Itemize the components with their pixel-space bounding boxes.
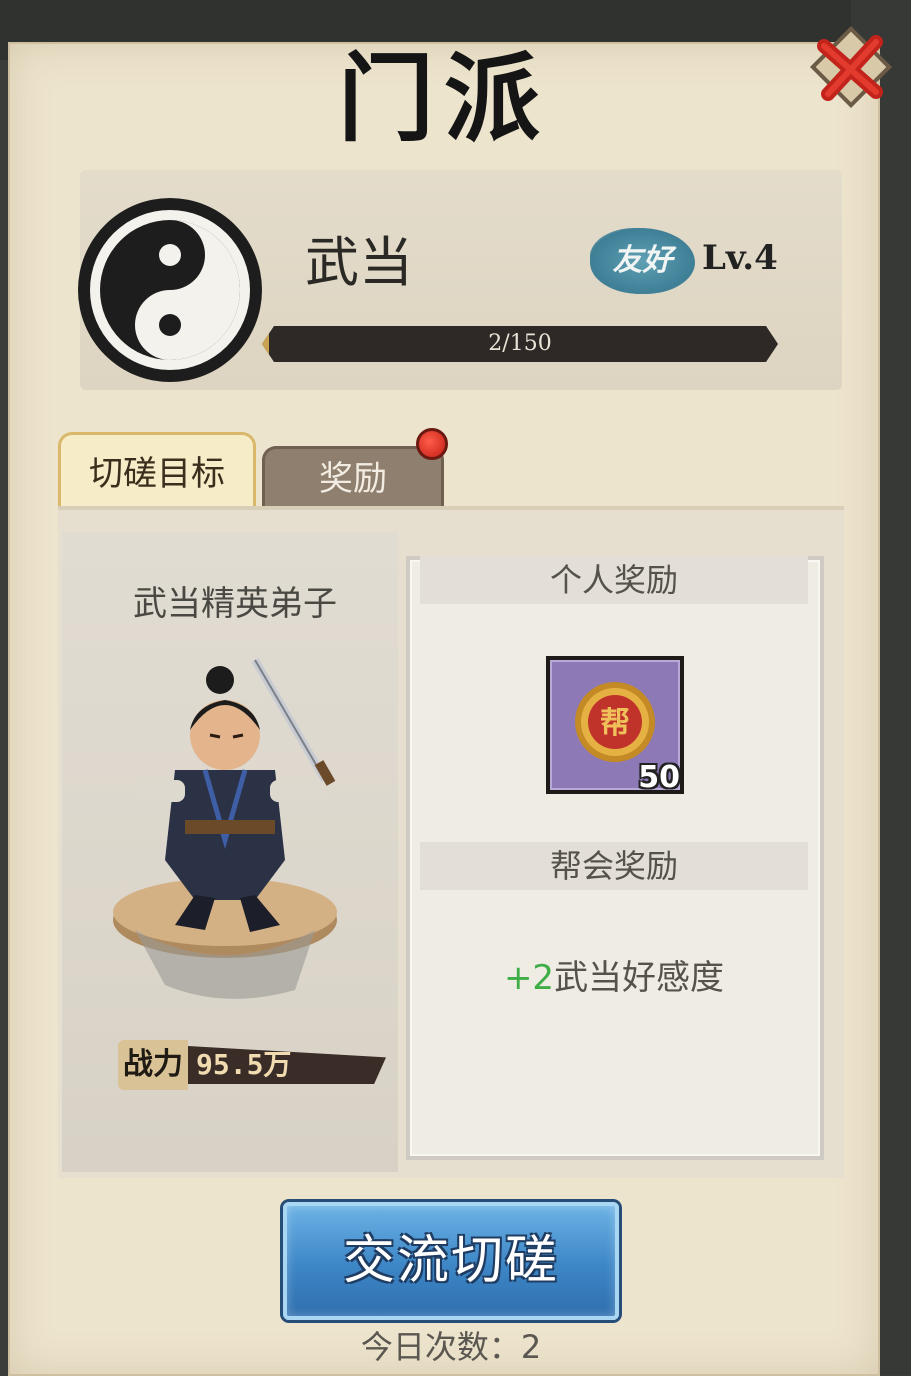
daily-count-label: 今日次数：	[360, 1328, 521, 1366]
personal-reward-header: 个人奖励	[420, 556, 808, 604]
daily-count: 今日次数：2	[283, 1322, 619, 1368]
close-button[interactable]	[806, 22, 896, 112]
guild-reward-header: 帮会奖励	[420, 842, 808, 890]
spar-button[interactable]: 交流切磋	[283, 1202, 619, 1320]
power-value: 95.5万	[188, 1046, 386, 1084]
progress-text: 2/150	[488, 331, 552, 356]
favor-increment: +2	[503, 958, 555, 998]
daily-count-value: 2	[520, 1328, 542, 1366]
relation-badge: 友好	[590, 228, 695, 294]
sect-progress-bar: 2/150	[262, 326, 778, 362]
opponent-name: 武当精英弟子	[133, 584, 337, 624]
coin-glyph: 帮	[600, 706, 630, 741]
reward-count: 50	[638, 760, 680, 795]
guild-reward-text: +2武当好感度	[420, 950, 808, 999]
tab-rewards[interactable]: 奖励	[262, 446, 444, 509]
power-label: 战力	[118, 1040, 188, 1090]
power-indicator: 战力 95.5万	[118, 1040, 386, 1090]
opponent-character[interactable]	[105, 640, 355, 1020]
dialog-title: 门派	[338, 42, 550, 155]
sect-name: 武当	[305, 231, 413, 294]
notification-dot	[416, 428, 448, 460]
yin-yang-icon	[78, 198, 262, 382]
tab-spar-target[interactable]: 切磋目标	[58, 432, 256, 509]
close-x-icon	[809, 25, 893, 109]
favor-label: 武当好感度	[554, 958, 725, 998]
sect-level: Lv.4	[702, 238, 778, 278]
